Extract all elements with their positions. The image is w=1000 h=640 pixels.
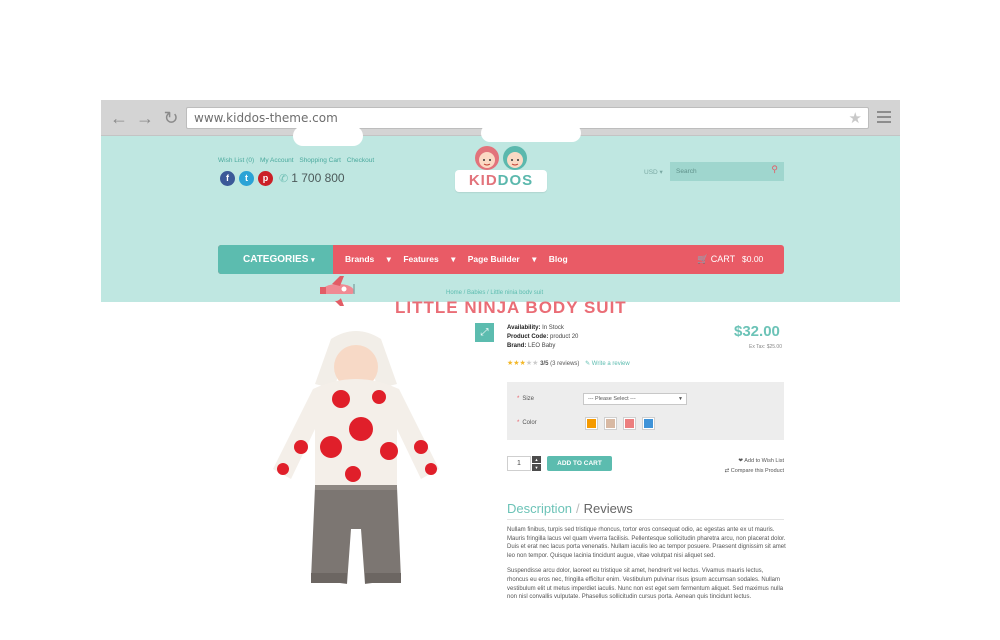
twitter-icon[interactable]: t — [239, 171, 254, 186]
color-swatch-orange[interactable] — [585, 417, 598, 430]
chevron-down-icon: ▼ — [678, 396, 683, 402]
boy-face-icon — [503, 146, 527, 170]
description-paragraph: Suspendisse arcu dolor, laoreet eu trist… — [507, 568, 784, 601]
zoom-expand-icon[interactable]: ⤢ — [475, 323, 494, 342]
quantity-input[interactable]: 1 — [507, 456, 531, 471]
cart-icon: 🛒 — [697, 254, 709, 264]
color-label: * Color — [517, 420, 537, 426]
currency-select[interactable]: USD ▾ — [644, 168, 663, 176]
search-icon[interactable]: ⚲ — [771, 164, 778, 175]
description-paragraph: Nullam finibus, turpis sed tristique rho… — [507, 527, 786, 559]
top-links: Wish List (0) My Account Shopping Cart C… — [218, 157, 378, 164]
girl-face-icon — [475, 146, 499, 170]
browser-menu-icon[interactable] — [877, 111, 891, 125]
facebook-icon[interactable]: f — [220, 171, 235, 186]
product-options: * Size --- Please Select --- ▼ * Color — [507, 382, 784, 440]
size-label: * Size — [517, 396, 535, 402]
url-text: www.kiddos-theme.com — [194, 111, 338, 125]
availability: In Stock — [542, 325, 564, 331]
decrement-icon[interactable]: ▼ — [532, 464, 541, 471]
ex-tax-price: Ex Tax: $25.00 — [749, 344, 782, 350]
my-account-link[interactable]: My Account — [260, 157, 294, 164]
heart-icon: ❤ — [738, 458, 744, 464]
wishlist-link[interactable]: Wish List (0) — [218, 157, 254, 164]
color-swatch-blue[interactable] — [642, 417, 655, 430]
pinterest-icon[interactable]: p — [258, 171, 273, 186]
search-box[interactable]: Search ⚲ — [670, 162, 784, 181]
bookmark-star-icon[interactable]: ★ — [849, 108, 862, 128]
tab-description[interactable]: Description — [507, 501, 572, 516]
categories-button[interactable]: CATEGORIES ▾ — [218, 245, 333, 274]
search-input[interactable]: Search — [676, 162, 697, 181]
increment-icon[interactable]: ▲ — [532, 456, 541, 463]
nav-brands[interactable]: Brands ▾ — [345, 254, 391, 264]
main-navbar: CATEGORIES ▾ Brands ▾ Features ▾ Page Bu… — [218, 245, 784, 274]
site-header: Wish List (0) My Account Shopping Cart C… — [101, 124, 900, 317]
logo-text: KIDDOS — [455, 170, 547, 192]
browser-window: ← → ↻ www.kiddos-theme.com ★ Wish List (… — [101, 100, 900, 640]
brand-link[interactable]: LEO Baby — [528, 343, 555, 349]
description-text: Nullam finibus, turpis sed tristique rho… — [507, 526, 786, 609]
forward-arrow-icon[interactable]: → — [135, 108, 155, 128]
cloud-decoration — [481, 124, 581, 142]
nav-page-builder[interactable]: Page Builder ▾ — [468, 254, 537, 264]
rating-stars-icon: ★★★★★ — [507, 360, 539, 367]
back-arrow-icon[interactable]: ← — [109, 108, 129, 128]
scalloped-edge — [101, 294, 900, 301]
nav-links: Brands ▾ Features ▾ Page Builder ▾ Blog — [345, 245, 578, 274]
product-tabs: Description / Reviews — [507, 501, 633, 516]
reviews-count-link[interactable]: (3 reviews) — [550, 361, 579, 367]
reload-icon[interactable]: ↻ — [161, 108, 181, 128]
tab-reviews[interactable]: Reviews — [584, 501, 633, 516]
nav-blog[interactable]: Blog — [549, 254, 568, 264]
rating: ★★★★★ 3/5 (3 reviews) ✎ Write a review — [507, 360, 630, 367]
site-logo[interactable]: KIDDOS — [453, 146, 549, 196]
color-swatch-pink[interactable] — [623, 417, 636, 430]
color-swatch-beige[interactable] — [604, 417, 617, 430]
shopping-cart-link[interactable]: Shopping Cart — [299, 157, 341, 164]
phone-icon: ✆ — [279, 173, 289, 185]
checkout-link[interactable]: Checkout — [347, 157, 374, 164]
product-image[interactable] — [261, 329, 451, 594]
tab-divider — [507, 519, 784, 520]
add-to-wishlist-link[interactable]: ❤ Add to Wish List — [723, 456, 784, 466]
quantity-stepper[interactable]: ▲ ▼ — [532, 456, 541, 471]
compare-icon: ⇄ — [724, 468, 730, 474]
phone-number: ✆ 1 700 800 — [279, 171, 345, 185]
add-to-cart-button[interactable]: ADD TO CART — [547, 456, 612, 471]
compare-link[interactable]: ⇄ Compare this Product — [723, 466, 784, 476]
cart-total[interactable]: $0.00 — [742, 245, 763, 274]
product-code: product 20 — [550, 334, 579, 340]
cart-button[interactable]: 🛒 CART — [697, 245, 735, 274]
cloud-decoration — [293, 126, 363, 146]
write-review-link[interactable]: ✎ Write a review — [585, 361, 630, 367]
size-select[interactable]: --- Please Select --- ▼ — [583, 393, 687, 405]
nav-features[interactable]: Features ▾ — [403, 254, 455, 264]
wish-compare-links: ❤ Add to Wish List ⇄ Compare this Produc… — [723, 456, 784, 476]
product-price: $32.00 — [734, 323, 780, 340]
product-meta: Availability: In Stock Product Code: pro… — [507, 325, 579, 349]
